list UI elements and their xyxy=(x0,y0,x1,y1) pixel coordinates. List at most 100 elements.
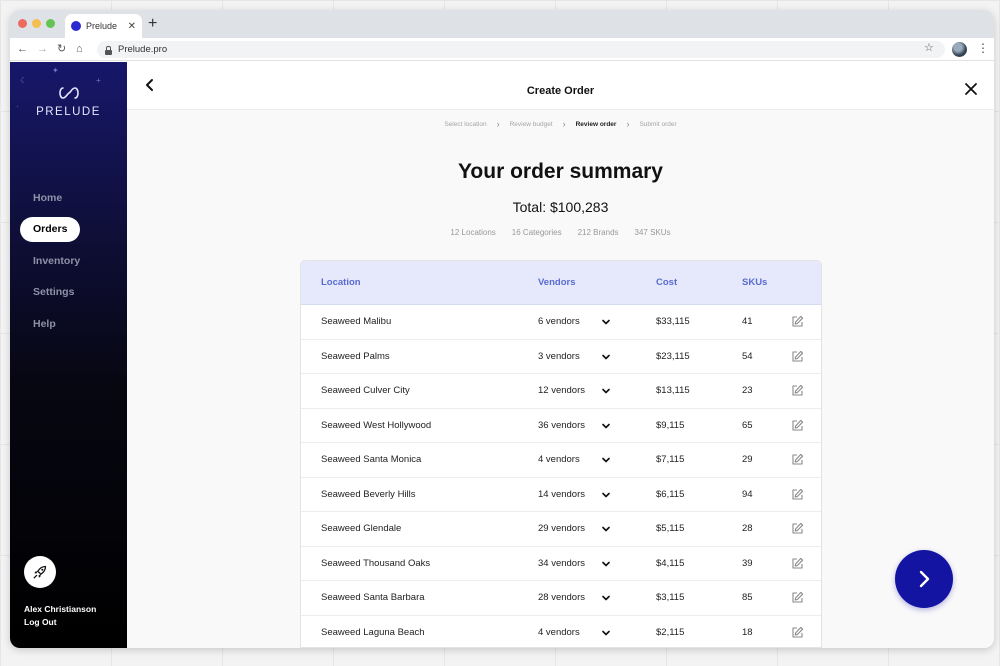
vendors-cell[interactable]: 4 vendors xyxy=(538,443,580,477)
vendors-cell[interactable]: 3 vendors xyxy=(538,340,580,374)
home-icon[interactable]: ⌂ xyxy=(76,42,83,56)
star-decoration-icon: + xyxy=(96,76,101,85)
maximize-window-button[interactable] xyxy=(46,19,55,28)
edit-icon[interactable] xyxy=(791,522,804,535)
summary-total: Total: $100,283 xyxy=(512,199,609,215)
close-window-button[interactable] xyxy=(18,19,27,28)
vendors-cell[interactable]: 28 vendors xyxy=(538,581,585,615)
stat-locations: 12 Locations xyxy=(450,228,496,237)
vendors-cell[interactable]: 36 vendors xyxy=(538,409,585,443)
chevron-down-icon[interactable] xyxy=(602,353,610,361)
skus-cell: 41 xyxy=(742,316,753,327)
table-row[interactable]: Seaweed Palms 3 vendors $23,115 54 xyxy=(301,340,821,374)
chevron-down-icon[interactable] xyxy=(602,525,610,533)
chevron-down-icon[interactable] xyxy=(602,318,610,326)
chevron-down-icon[interactable] xyxy=(602,629,610,637)
step-review-order[interactable]: Review order xyxy=(576,121,617,128)
chevron-down-icon[interactable] xyxy=(602,560,610,568)
sidebar-item-help[interactable]: Help xyxy=(20,312,80,337)
table-row[interactable]: Seaweed Santa Barbara 28 vendors $3,115 85 xyxy=(301,581,821,616)
order-table: Location Vendors Cost SKUs Seaweed Malib… xyxy=(300,260,822,648)
edit-icon[interactable] xyxy=(791,384,804,397)
user-name: Alex Christianson xyxy=(24,604,97,614)
tab-close-icon[interactable]: ✕ xyxy=(128,21,136,32)
new-tab-button[interactable]: + xyxy=(148,15,157,33)
table-row[interactable]: Seaweed Thousand Oaks 34 vendors $4,115 39 xyxy=(301,547,821,581)
chevron-down-icon[interactable] xyxy=(602,387,610,395)
star-decoration-icon: ☾ xyxy=(20,76,28,85)
sidebar-item-home[interactable]: Home xyxy=(20,186,80,211)
table-header: Location Vendors Cost SKUs xyxy=(301,261,821,305)
column-header-vendors[interactable]: Vendors xyxy=(538,261,576,305)
rocket-button[interactable] xyxy=(24,556,56,588)
cost-cell: $6,115 xyxy=(656,488,685,500)
profile-avatar[interactable] xyxy=(952,42,967,57)
bookmark-star-icon[interactable]: ☆ xyxy=(924,41,934,54)
sidebar-item-inventory[interactable]: Inventory xyxy=(20,249,80,274)
kebab-menu-icon[interactable]: ⋮ xyxy=(977,41,989,55)
sidebar-item-settings[interactable]: Settings xyxy=(20,280,80,305)
skus-cell: 54 xyxy=(742,350,753,362)
table-row[interactable]: Seaweed Beverly Hills 14 vendors $6,115 94 xyxy=(301,478,821,512)
logout-link[interactable]: Log Out xyxy=(24,617,57,627)
address-bar[interactable]: Prelude.pro xyxy=(97,41,945,58)
location-cell: Seaweed Malibu xyxy=(321,316,392,327)
edit-icon[interactable] xyxy=(791,419,804,432)
table-row[interactable]: Seaweed West Hollywood 36 vendors $9,115 65 xyxy=(301,409,821,443)
sidebar-item-orders[interactable]: Orders xyxy=(20,217,80,242)
cost-cell: $9,115 xyxy=(656,419,685,431)
rocket-icon xyxy=(33,565,47,579)
chevron-down-icon[interactable] xyxy=(602,594,610,602)
chevron-down-icon[interactable] xyxy=(602,456,610,464)
cost-cell: $4,115 xyxy=(656,557,685,569)
chevron-down-icon[interactable] xyxy=(602,491,610,499)
table-row[interactable]: Seaweed Glendale 29 vendors $5,115 28 xyxy=(301,512,821,547)
edit-icon[interactable] xyxy=(791,591,804,604)
browser-toolbar: ← → ↻ ⌂ Prelude.pro ☆ ⋮ xyxy=(10,38,994,61)
cost-cell: $13,115 xyxy=(656,385,690,396)
column-header-cost[interactable]: Cost xyxy=(656,261,677,305)
step-select-location[interactable]: Select location xyxy=(444,121,486,128)
vendors-cell[interactable]: 34 vendors xyxy=(538,547,585,581)
location-cell: Seaweed Santa Barbara xyxy=(321,592,425,603)
edit-icon[interactable] xyxy=(791,488,804,501)
summary-stats: 12 Locations 16 Categories 212 Brands 34… xyxy=(127,228,994,237)
edit-icon[interactable] xyxy=(791,315,804,328)
edit-icon[interactable] xyxy=(791,453,804,466)
vendors-cell[interactable]: 12 vendors xyxy=(538,374,585,408)
column-header-location[interactable]: Location xyxy=(321,261,361,305)
chevron-down-icon[interactable] xyxy=(602,422,610,430)
close-icon[interactable] xyxy=(964,82,978,96)
skus-cell: 18 xyxy=(742,626,753,638)
vendors-cell[interactable]: 29 vendors xyxy=(538,512,585,546)
table-row[interactable]: Seaweed Laguna Beach 4 vendors $2,115 18 xyxy=(301,616,821,648)
minimize-window-button[interactable] xyxy=(32,19,41,28)
browser-tab[interactable]: Prelude ✕ xyxy=(65,14,142,38)
table-row[interactable]: Seaweed Culver City 12 vendors $13,115 23 xyxy=(301,374,821,409)
vendors-cell[interactable]: 4 vendors xyxy=(538,616,580,648)
vendors-cell[interactable]: 6 vendors xyxy=(538,305,580,339)
browser-forward-icon[interactable]: → xyxy=(37,42,48,56)
location-cell: Seaweed Laguna Beach xyxy=(321,626,425,638)
cost-cell: $33,115 xyxy=(656,316,690,327)
table-row[interactable]: Seaweed Santa Monica 4 vendors $7,115 29 xyxy=(301,443,821,478)
browser-back-icon[interactable]: ← xyxy=(17,42,28,56)
edit-icon[interactable] xyxy=(791,557,804,570)
edit-icon[interactable] xyxy=(791,626,804,639)
vendors-cell[interactable]: 14 vendors xyxy=(538,478,585,512)
column-header-skus[interactable]: SKUs xyxy=(742,261,767,305)
summary-title: Your order summary xyxy=(457,160,663,183)
table-row[interactable]: Seaweed Malibu 6 vendors $33,115 41 xyxy=(301,305,821,340)
location-cell: Seaweed Culver City xyxy=(321,385,410,396)
main-content: Create Order Select location › Review bu… xyxy=(127,62,994,648)
stat-brands: 212 Brands xyxy=(577,228,619,237)
step-submit-order[interactable]: Submit order xyxy=(639,121,676,128)
cost-cell: $3,115 xyxy=(656,592,685,603)
reload-icon[interactable]: ↻ xyxy=(57,42,66,56)
stat-categories: 16 Categories xyxy=(511,228,562,237)
cost-cell: $5,115 xyxy=(656,523,685,534)
location-cell: Seaweed Palms xyxy=(321,350,390,362)
next-step-button[interactable] xyxy=(895,550,953,608)
edit-icon[interactable] xyxy=(791,350,804,363)
step-review-budget[interactable]: Review budget xyxy=(510,121,553,128)
